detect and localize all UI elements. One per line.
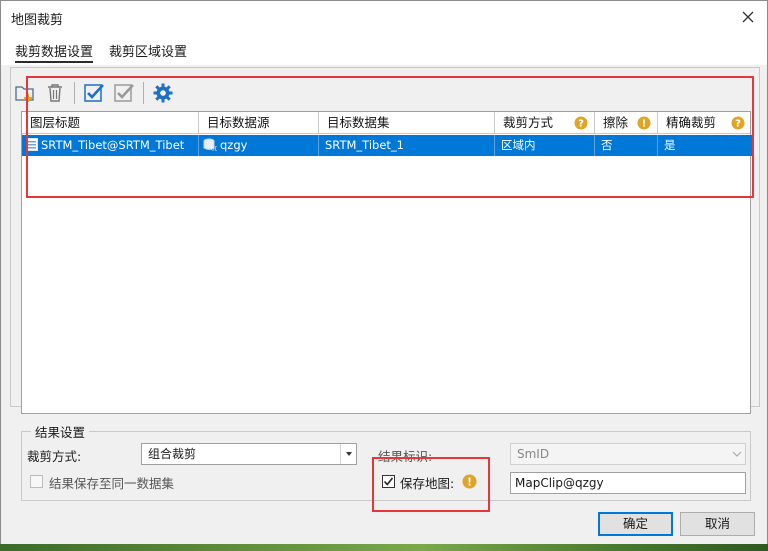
close-icon	[742, 11, 754, 23]
result-id-value: SmID	[517, 447, 550, 461]
svg-text:?: ?	[578, 119, 584, 130]
clip-data-grid[interactable]: 图层标题 目标数据源 目标数据集 裁剪方式 ? 擦除 ! 精确裁剪 ? SRTM…	[21, 111, 752, 414]
help-icon[interactable]: ?	[731, 116, 745, 130]
map-clip-dialog: 地图裁剪 裁剪数据设置 裁剪区域设置 图层标题 目标数据源 目标数据集 裁剪方式…	[0, 0, 768, 551]
dropdown-arrow	[729, 444, 745, 464]
desktop-background-strip	[0, 544, 768, 551]
add-layer-icon	[15, 86, 34, 102]
column-header-datasource[interactable]: 目标数据源	[199, 112, 319, 134]
raster-layer-icon	[26, 138, 38, 151]
warning-icon[interactable]: !	[637, 116, 651, 130]
column-header-label: 目标数据集	[327, 115, 390, 130]
column-header-label: 裁剪方式	[503, 115, 554, 130]
toolbar	[12, 77, 748, 109]
clip-mode-dropdown[interactable]: 组合裁剪	[141, 443, 357, 465]
clip-mode-label: 裁剪方式:	[27, 449, 82, 464]
map-name-input[interactable]: MapClip@qzgy	[510, 472, 746, 494]
grid-header: 图层标题 目标数据源 目标数据集 裁剪方式 ? 擦除 ! 精确裁剪 ?	[22, 112, 750, 134]
cell-text: SRTM_Tibet@SRTM_Tibet	[41, 138, 185, 152]
tab-clip-region-settings[interactable]: 裁剪区域设置	[109, 41, 187, 63]
dialog-title: 地图裁剪	[11, 13, 64, 28]
dropdown-arrow	[340, 444, 356, 464]
column-header-label: 图层标题	[30, 115, 81, 130]
svg-text:?: ?	[735, 119, 741, 130]
cell-layer[interactable]: SRTM_Tibet@SRTM_Tibet	[22, 135, 199, 156]
tab-clip-data-settings[interactable]: 裁剪数据设置	[15, 41, 94, 63]
title-bar: 地图裁剪	[1, 1, 767, 33]
svg-text:UDB: UDB	[211, 147, 217, 152]
result-id-label: 结果标识:	[378, 449, 433, 464]
add-layer-button[interactable]	[12, 80, 38, 106]
help-icon[interactable]: ?	[574, 116, 588, 130]
column-header-dataset[interactable]: 目标数据集	[319, 112, 495, 134]
cell-datasource[interactable]: UDB qzgy	[199, 135, 319, 156]
database-icon: UDB	[203, 138, 223, 153]
cancel-button[interactable]: 取消	[680, 512, 755, 536]
select-all-icon	[84, 84, 104, 102]
column-header-erase[interactable]: 擦除 !	[595, 112, 658, 134]
select-invert-button[interactable]	[111, 80, 137, 106]
select-all-button[interactable]	[81, 80, 107, 106]
delete-icon	[48, 84, 62, 102]
column-header-label: 擦除	[603, 115, 629, 130]
svg-text:!: !	[467, 476, 472, 489]
column-header-layer[interactable]: 图层标题	[22, 112, 199, 134]
close-button[interactable]	[737, 6, 759, 28]
column-header-label: 目标数据源	[207, 115, 270, 130]
cell-erase[interactable]: 否	[595, 135, 658, 156]
ok-button[interactable]: 确定	[598, 512, 673, 536]
save-same-dataset-checkbox[interactable]	[30, 475, 43, 488]
chevron-down-icon	[345, 452, 352, 456]
checkmark-icon	[383, 477, 394, 486]
column-header-label: 精确裁剪	[666, 115, 717, 130]
save-map-checkbox[interactable]	[382, 475, 395, 488]
clip-mode-value: 组合裁剪	[148, 447, 197, 461]
settings-icon	[153, 83, 173, 103]
settings-button[interactable]	[150, 80, 176, 106]
save-map-label: 保存地图:	[400, 476, 455, 491]
result-settings-title: 结果设置	[31, 422, 90, 441]
svg-text:!: !	[642, 119, 647, 130]
tab-strip: 裁剪数据设置 裁剪区域设置	[1, 33, 767, 65]
cell-dataset[interactable]: SRTM_Tibet_1	[319, 135, 495, 156]
toolbar-separator	[74, 82, 75, 104]
chevron-down-icon	[732, 451, 742, 457]
cell-clip-mode[interactable]: 区域内	[495, 135, 595, 156]
result-id-dropdown[interactable]: SmID	[510, 443, 746, 465]
select-invert-icon	[114, 84, 134, 102]
column-header-clip-mode[interactable]: 裁剪方式 ?	[495, 112, 595, 134]
save-same-dataset-label: 结果保存至同一数据集	[49, 476, 175, 491]
cell-text: qzgy	[220, 138, 248, 152]
table-row[interactable]: SRTM_Tibet@SRTM_Tibet UDB qzgy SRTM_Tibe…	[22, 135, 752, 156]
toolbar-separator	[143, 82, 144, 104]
delete-button[interactable]	[42, 80, 68, 106]
cell-exact-clip[interactable]: 是	[658, 135, 752, 156]
warning-icon[interactable]: !	[462, 474, 477, 489]
column-header-exact-clip[interactable]: 精确裁剪 ?	[658, 112, 751, 134]
